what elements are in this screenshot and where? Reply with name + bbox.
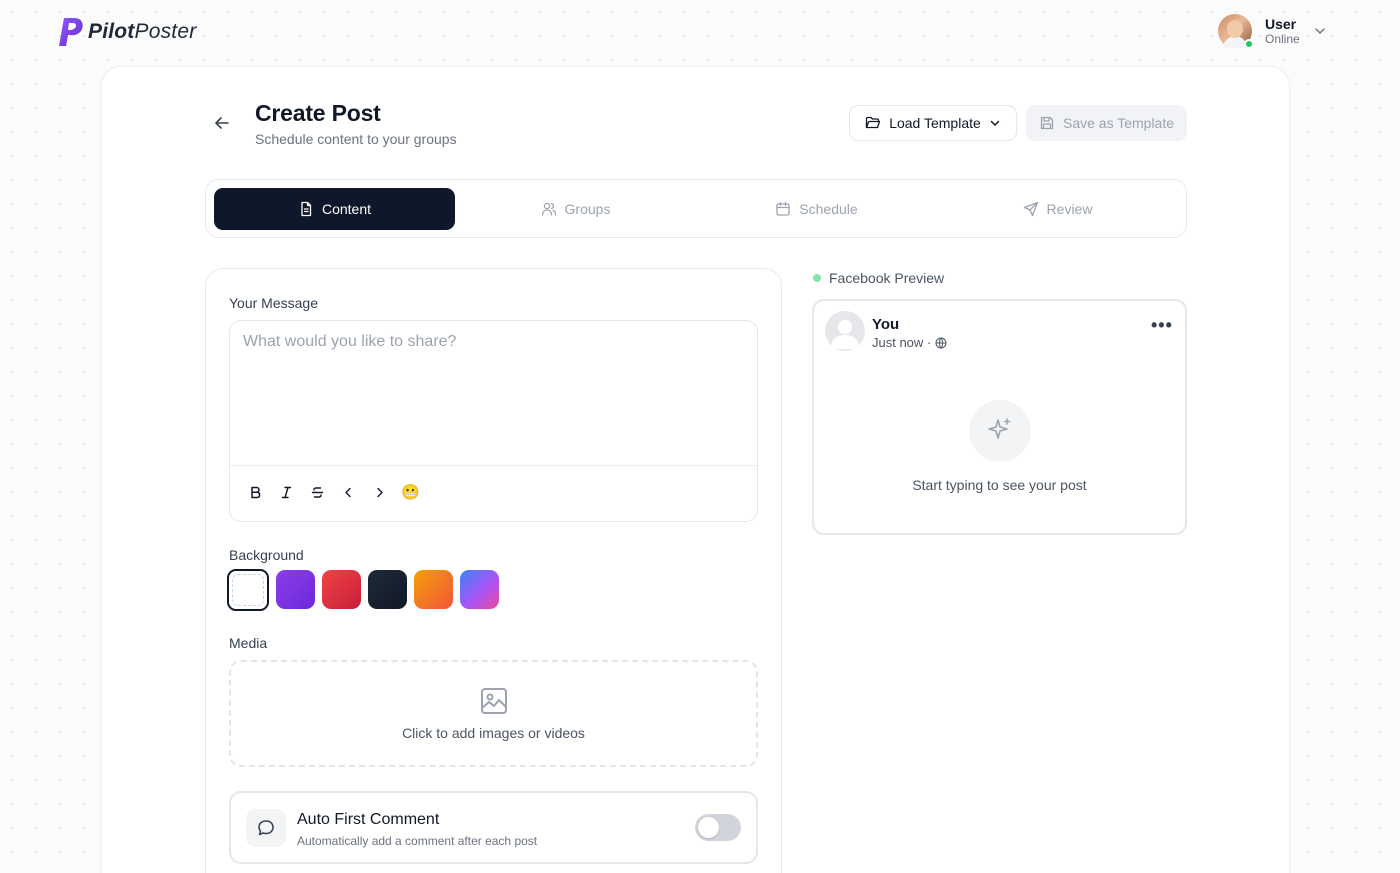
sparkle-icon xyxy=(969,400,1031,462)
tab-schedule[interactable]: Schedule xyxy=(696,188,937,230)
swatch-red[interactable] xyxy=(322,570,361,609)
logo-mark-icon xyxy=(59,18,83,46)
logo-text: PilotPoster xyxy=(88,20,197,43)
chevron-down-icon xyxy=(990,120,1000,126)
italic-icon xyxy=(281,486,292,498)
swatch-purple[interactable] xyxy=(276,570,315,609)
chevron-down-icon xyxy=(1314,28,1325,34)
swatch-none[interactable] xyxy=(227,569,269,611)
chevron-right-icon xyxy=(377,487,383,497)
strikethrough-button[interactable] xyxy=(302,478,333,506)
preview-label: Facebook Preview xyxy=(813,270,944,286)
more-options-icon[interactable]: ••• xyxy=(1151,316,1173,334)
swatch-dark[interactable] xyxy=(368,570,407,609)
save-template-button[interactable]: Save as Template xyxy=(1026,105,1187,141)
save-icon xyxy=(1040,116,1054,130)
user-name: User xyxy=(1265,15,1297,32)
tab-content[interactable]: Content xyxy=(214,187,455,230)
page-subtitle: Schedule content to your groups xyxy=(255,131,457,147)
message-label: Your Message xyxy=(229,295,318,311)
tab-groups[interactable]: Groups xyxy=(455,188,696,230)
auto-comment-title: Auto First Comment xyxy=(297,811,440,828)
message-editor: 😬 xyxy=(229,320,758,522)
avatar xyxy=(1218,14,1254,49)
preview-status-dot xyxy=(813,274,821,282)
preview-empty-text: Start typing to see your post xyxy=(912,477,1087,493)
auto-comment-toggle[interactable] xyxy=(695,814,741,841)
page-title: Create Post xyxy=(255,100,381,126)
globe-icon xyxy=(935,337,947,348)
previous-button[interactable] xyxy=(333,478,364,506)
next-button[interactable] xyxy=(364,478,395,506)
online-status-dot xyxy=(1244,39,1254,49)
italic-button[interactable] xyxy=(271,478,302,506)
user-status: Online xyxy=(1265,31,1300,46)
step-tabs: Content Groups Schedule Review xyxy=(205,179,1187,238)
emoji-icon: 😬 xyxy=(401,484,420,501)
preview-time: Just now · xyxy=(872,335,947,350)
send-icon xyxy=(1023,201,1038,216)
strikethrough-icon xyxy=(311,486,324,498)
back-arrow-icon[interactable] xyxy=(212,113,232,133)
preview-avatar xyxy=(825,311,865,351)
emoji-button[interactable]: 😬 xyxy=(395,478,426,506)
folder-open-icon xyxy=(866,116,881,129)
message-input[interactable] xyxy=(230,321,757,466)
comment-icon xyxy=(246,809,286,847)
media-hint: Click to add images or videos xyxy=(402,724,585,741)
users-icon xyxy=(541,202,556,216)
bold-icon xyxy=(251,486,261,498)
load-template-button[interactable]: Load Template xyxy=(849,105,1017,141)
bold-button[interactable] xyxy=(240,478,271,506)
media-dropzone[interactable]: Click to add images or videos xyxy=(229,660,758,767)
facebook-preview-card: You Just now · ••• Start typing to see y… xyxy=(812,299,1187,535)
chevron-left-icon xyxy=(345,487,351,497)
load-template-label: Load Template xyxy=(889,115,981,131)
file-icon xyxy=(301,201,312,216)
tab-review[interactable]: Review xyxy=(937,188,1178,230)
image-icon xyxy=(480,687,507,714)
calendar-icon xyxy=(776,201,790,216)
swatch-gradient[interactable] xyxy=(460,570,499,609)
auto-comment-card: Auto First Comment Automatically add a c… xyxy=(229,791,758,864)
save-template-label: Save as Template xyxy=(1062,115,1175,131)
user-menu[interactable]: User Online xyxy=(1218,14,1326,49)
background-label: Background xyxy=(229,547,304,563)
logo[interactable]: PilotPoster xyxy=(56,16,196,48)
preview-author: You xyxy=(872,316,900,333)
swatch-orange[interactable] xyxy=(414,570,453,609)
auto-comment-subtitle: Automatically add a comment after each p… xyxy=(297,834,538,848)
format-toolbar: 😬 xyxy=(240,478,426,506)
media-label: Media xyxy=(229,635,268,651)
background-swatches xyxy=(227,569,499,611)
